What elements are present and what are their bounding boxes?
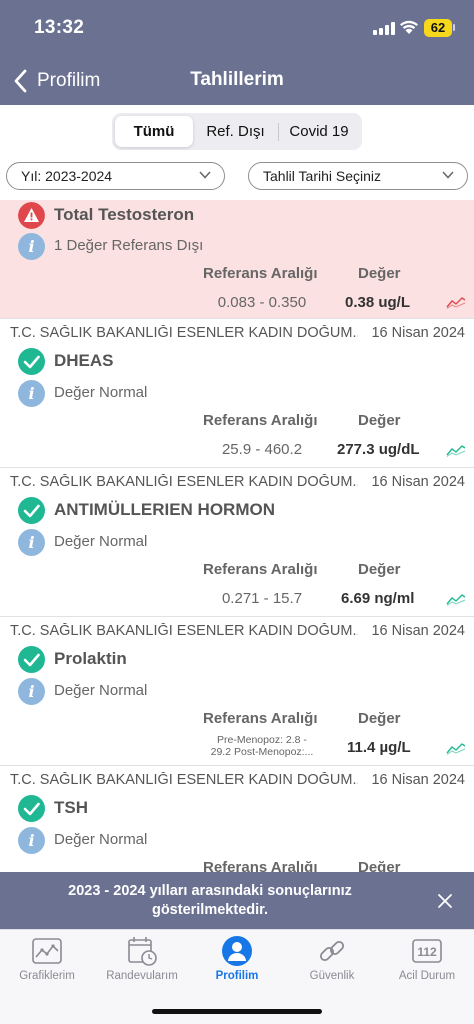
emergency-112-icon: 112 — [412, 939, 442, 963]
navigation-bar: Profilim Tahlillerim — [0, 58, 474, 102]
date-select[interactable]: Tahlil Tarihi Seçiniz — [248, 162, 468, 190]
tab-label: Profilim — [215, 970, 259, 982]
card-header: T.C. SAĞLIK BAKANLIĞI ESENLER KADIN DOĞU… — [10, 325, 465, 343]
status-time: 13:32 — [34, 17, 85, 38]
toast-message: 2023 - 2024 yılları arasındaki sonuçları… — [68, 883, 352, 918]
test-date: 16 Nisan 2024 — [371, 623, 465, 639]
trend-chart-icon[interactable] — [446, 443, 466, 457]
battery-tip — [453, 24, 455, 31]
page-title: Tahlillerim — [190, 69, 284, 90]
test-name: ANTIMÜLLERIEN HORMON — [54, 500, 275, 519]
value-header: Değer — [358, 710, 401, 727]
chevron-down-icon — [199, 171, 211, 179]
result-card-dheas[interactable]: T.C. SAĞLIK BAKANLIĞI ESENLER KADIN DOĞU… — [0, 319, 474, 468]
chart-icon — [32, 938, 62, 964]
tab-grafiklerim[interactable]: Grafiklerim — [0, 930, 94, 992]
test-status: Değer Normal — [54, 384, 148, 401]
test-date: 16 Nisan 2024 — [371, 474, 465, 490]
results-list: Total Testosteron i 1 Değer Referans Dış… — [0, 200, 474, 915]
card-header: T.C. SAĞLIK BAKANLIĞI ESENLER KADIN DOĞU… — [10, 623, 465, 641]
test-name: Prolaktin — [54, 649, 127, 668]
segmented-control: Tümü Ref. Dışı Covid 19 — [112, 113, 362, 150]
chevron-down-icon — [442, 171, 454, 179]
home-indicator — [152, 1009, 322, 1014]
close-icon[interactable] — [436, 892, 454, 910]
test-value: 0.38 ug/L — [345, 294, 411, 311]
hospital-name: T.C. SAĞLIK BAKANLIĞI ESENLER KADIN DOĞU… — [10, 325, 358, 341]
battery-indicator: 62 — [424, 19, 452, 37]
reference-range: 25.9 - 460.2 — [221, 441, 303, 458]
year-select[interactable]: Yıl: 2023-2024 — [6, 162, 225, 190]
segment-covid[interactable]: Covid 19 — [279, 116, 359, 147]
info-toast: 2023 - 2024 yılları arasındaki sonuçları… — [0, 872, 474, 929]
date-select-value: Tahlil Tarihi Seçiniz — [263, 168, 382, 184]
card-header: T.C. SAĞLIK BAKANLIĞI ESENLER KADIN DOĞU… — [10, 474, 465, 492]
warning-icon — [18, 202, 45, 229]
card-header: T.C. SAĞLIK BAKANLIĞI ESENLER KADIN DOĞU… — [10, 772, 465, 790]
test-date: 16 Nisan 2024 — [371, 772, 465, 788]
trend-chart-icon[interactable] — [446, 295, 466, 309]
test-value: 6.69 ng/ml — [341, 590, 415, 607]
test-status: Değer Normal — [54, 831, 148, 848]
info-icon[interactable]: i — [18, 678, 45, 705]
check-icon — [18, 795, 45, 822]
value-header: Değer — [358, 561, 401, 578]
wifi-icon — [400, 20, 418, 34]
info-icon[interactable]: i — [18, 529, 45, 556]
hospital-name: T.C. SAĞLIK BAKANLIĞI ESENLER KADIN DOĞU… — [10, 474, 358, 490]
trend-chart-icon[interactable] — [446, 592, 466, 606]
check-icon — [18, 497, 45, 524]
reference-range-line-2: 29.2 Post-Menopoz:... — [210, 746, 314, 758]
test-status: Değer Normal — [54, 533, 148, 550]
test-value: 11.4 µg/L — [347, 739, 411, 756]
reference-range: 0.271 - 15.7 — [221, 590, 303, 607]
year-select-value: Yıl: 2023-2024 — [21, 168, 113, 184]
hospital-name: T.C. SAĞLIK BAKANLIĞI ESENLER KADIN DOĞU… — [10, 623, 358, 639]
calendar-clock-icon — [128, 937, 157, 966]
tab-guvenlik[interactable]: Güvenlik — [285, 930, 379, 992]
test-value: 277.3 ug/dL — [337, 441, 420, 458]
reference-range: 0.083 - 0.350 — [217, 294, 307, 311]
app-header: 13:32 62 Profilim Tahlillerim — [0, 0, 474, 105]
test-name: TSH — [54, 798, 88, 817]
test-status: 1 Değer Referans Dışı — [54, 237, 204, 254]
tab-randevularim[interactable]: Randevularım — [95, 930, 189, 992]
reference-header: Referans Aralığı — [203, 265, 318, 282]
hospital-name: T.C. SAĞLIK BAKANLIĞI ESENLER KADIN DOĞU… — [10, 772, 358, 788]
info-icon[interactable]: i — [18, 380, 45, 407]
result-card-prolaktin[interactable]: T.C. SAĞLIK BAKANLIĞI ESENLER KADIN DOĞU… — [0, 617, 474, 766]
reference-range: Pre-Menopoz: 2.8 - 29.2 Post-Menopoz:... — [187, 734, 337, 758]
tab-label: Acil Durum — [398, 970, 456, 982]
person-icon — [222, 936, 252, 966]
link-icon — [319, 940, 345, 962]
reference-range-line-1: Pre-Menopoz: 2.8 - — [217, 734, 307, 746]
value-header: Değer — [358, 265, 401, 282]
result-card-antimullerien[interactable]: T.C. SAĞLIK BAKANLIĞI ESENLER KADIN DOĞU… — [0, 468, 474, 617]
value-header: Değer — [358, 412, 401, 429]
reference-header: Referans Aralığı — [203, 710, 318, 727]
tab-acil-durum[interactable]: 112 Acil Durum — [380, 930, 474, 992]
cellular-signal-icon — [373, 22, 395, 35]
tab-label: Grafiklerim — [19, 970, 75, 982]
segment-out-of-range[interactable]: Ref. Dışı — [193, 116, 278, 147]
check-icon — [18, 646, 45, 673]
test-name: DHEAS — [54, 351, 114, 370]
trend-chart-icon[interactable] — [446, 741, 466, 755]
segment-all[interactable]: Tümü — [115, 116, 193, 147]
info-icon[interactable]: i — [18, 233, 45, 260]
tab-label: Randevularım — [106, 970, 178, 982]
check-icon — [18, 348, 45, 375]
test-name: Total Testosteron — [54, 205, 195, 224]
test-date: 16 Nisan 2024 — [371, 325, 465, 341]
test-status: Değer Normal — [54, 682, 148, 699]
reference-header: Referans Aralığı — [203, 561, 318, 578]
reference-header: Referans Aralığı — [203, 412, 318, 429]
tab-profilim[interactable]: Profilim — [190, 930, 284, 992]
result-card-total-testosteron[interactable]: Total Testosteron i 1 Değer Referans Dış… — [0, 200, 474, 319]
info-icon[interactable]: i — [18, 827, 45, 854]
status-bar: 13:32 62 — [0, 0, 474, 56]
tab-label: Güvenlik — [309, 970, 355, 982]
emergency-number: 112 — [417, 945, 437, 959]
